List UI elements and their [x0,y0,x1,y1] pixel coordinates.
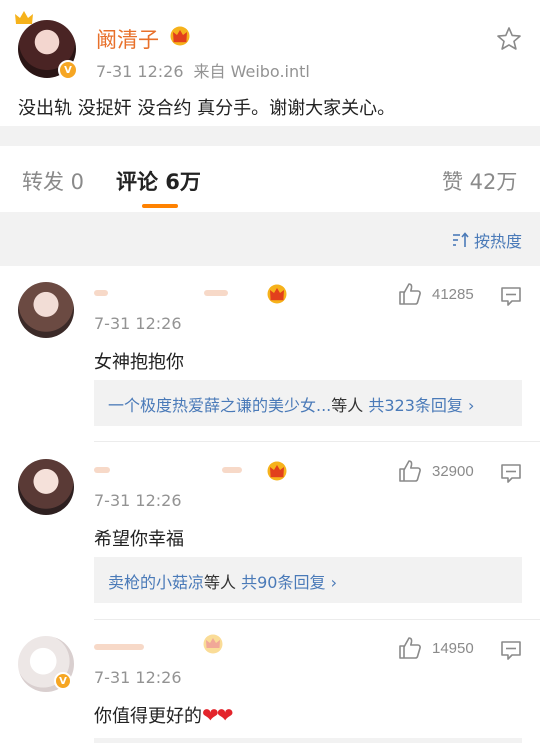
reply-count[interactable]: 共90条回复 [241,573,325,592]
commenter-avatar[interactable] [18,282,74,338]
vip-crown-icon [203,634,223,654]
like-count: 14950 [432,639,474,657]
comment-time: 7-31 12:26 [94,314,182,333]
comment-text: 你值得更好的❤❤ [94,702,233,728]
comment-text-body: 你值得更好的 [94,706,202,727]
sort-button[interactable]: 按热度 [452,228,522,252]
commenter-name[interactable] [94,638,254,658]
vip-crown-icon [267,284,287,304]
weibo-post: V 阚清子 7-31 12:26 来自 Weibo.intl 没出轨 没捉奸 没合… [0,0,540,126]
thumbs-up-icon [399,460,421,482]
reply-icon[interactable] [500,640,522,660]
comment-item: 7-31 12:26 41285 女神抱抱你 一个极度热爱薛之谦的美少女...等… [0,266,540,442]
like-count: 32900 [432,462,474,480]
commenter-name[interactable] [94,461,254,481]
tab-comments[interactable]: 评论 6万 [116,166,201,196]
thumbs-up-icon [399,637,421,659]
reply-count[interactable]: 共323条回复 [368,396,463,415]
like-button[interactable]: 41285 [398,282,474,306]
chevron-right-icon: › [468,396,475,415]
thumbs-up-icon [399,283,421,305]
like-count: 41285 [432,285,474,303]
comment-text: 女神抱抱你 [94,352,184,373]
post-meta: 7-31 12:26 来自 Weibo.intl [96,58,320,82]
tab-reposts[interactable]: 转发 0 [22,166,84,196]
sort-bar: 按热度 [0,212,540,266]
post-time: 7-31 12:26 [96,62,184,81]
commenter-name[interactable] [94,284,254,304]
post-source: 来自 Weibo.intl [193,62,310,81]
post-text: 没出轨 没捉奸 没合约 真分手。谢谢大家关心。 [18,98,396,119]
tab-likes[interactable]: 赞 42万 [442,166,517,196]
star-icon[interactable] [496,26,522,52]
like-button[interactable]: 32900 [398,459,474,483]
like-button[interactable]: 14950 [398,636,474,660]
reply-user[interactable]: 卖枪的小菇凉 [108,573,204,592]
active-tab-indicator [142,204,178,208]
section-separator [0,126,540,146]
reply-others: 等人 [331,396,364,415]
chevron-right-icon: › [330,573,337,592]
crown-icon [15,11,33,24]
replies-preview[interactable] [94,738,522,743]
vip-crown-icon [267,461,287,481]
reply-user[interactable]: 一个极度热爱薛之谦的美少女... [108,396,331,415]
comment-text: 希望你幸福 [94,529,184,550]
comment-item: V 7-31 12:26 14950 你值得更好的❤❤ [0,620,540,743]
comment-time: 7-31 12:26 [94,491,182,510]
author-name[interactable]: 阚清子 [96,24,159,54]
comment-item: 7-31 12:26 32900 希望你幸福 卖枪的小菇凉等人 共90条回复 › [0,443,540,620]
divider [94,441,540,442]
sort-label: 按热度 [473,232,522,251]
replies-preview[interactable]: 一个极度热爱薛之谦的美少女...等人 共323条回复 › [94,380,522,426]
heart-emoji-icon: ❤❤ [202,703,233,727]
tab-bar: 转发 0 评论 6万 赞 42万 [0,146,540,212]
sort-icon [452,232,469,247]
comment-time: 7-31 12:26 [94,668,182,687]
verified-icon: V [54,672,72,690]
replies-preview[interactable]: 卖枪的小菇凉等人 共90条回复 › [94,557,522,603]
reply-others: 等人 [204,573,237,592]
verified-icon: V [58,60,78,80]
commenter-avatar[interactable] [18,459,74,515]
reply-icon[interactable] [500,463,522,483]
reply-icon[interactable] [500,286,522,306]
vip-crown-icon [170,26,190,46]
